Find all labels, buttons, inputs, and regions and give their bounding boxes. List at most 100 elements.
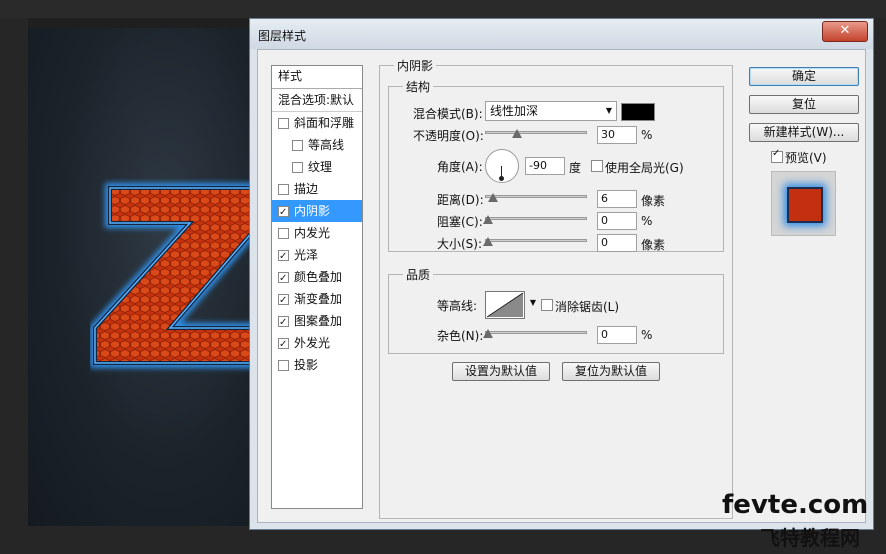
styles-header[interactable]: 样式	[272, 66, 362, 89]
style-item[interactable]: 图案叠加	[272, 310, 362, 334]
style-item-label: 外发光	[294, 336, 331, 350]
style-item-checkbox[interactable]	[278, 360, 289, 371]
check-mark-icon: ✓	[772, 148, 781, 159]
app-bottom-bar	[28, 526, 886, 554]
size-slider[interactable]	[483, 235, 587, 247]
style-item[interactable]: 渐变叠加	[272, 288, 362, 312]
style-item-checkbox[interactable]	[278, 184, 289, 195]
noise-slider[interactable]	[483, 327, 587, 339]
global-light-label[interactable]: 使用全局光(G)	[605, 159, 684, 176]
size-label: 大小(S):	[437, 237, 483, 251]
contour-picker[interactable]: ▼	[485, 291, 536, 319]
preview-checkbox[interactable]: ✓	[771, 148, 783, 163]
style-item[interactable]: 内发光	[272, 222, 362, 244]
choke-unit: %	[641, 214, 653, 228]
style-item-checkbox[interactable]	[292, 162, 303, 173]
style-item-checkbox[interactable]	[278, 228, 289, 239]
inner-shadow-title: 内阴影	[394, 57, 437, 74]
preview-label[interactable]: 预览(V)	[785, 149, 827, 166]
inner-shadow-group: 内阴影 结构 混合模式(B): 线性加深 ▼ 不透明度(O): 30 % 角度(…	[379, 57, 733, 519]
style-item-checkbox[interactable]	[278, 118, 289, 129]
style-item-label: 渐变叠加	[294, 292, 343, 306]
choke-label: 阻塞(C):	[437, 215, 483, 229]
style-item-label: 等高线	[308, 138, 345, 152]
noise-unit: %	[641, 328, 653, 342]
blend-mode-select[interactable]: 线性加深 ▼	[485, 101, 617, 121]
opacity-slider[interactable]	[485, 127, 587, 139]
app-right-bar	[874, 18, 886, 554]
angle-dial[interactable]	[485, 149, 519, 183]
style-item[interactable]: 描边	[272, 178, 362, 200]
antialias-label[interactable]: 消除锯齿(L)	[555, 298, 619, 315]
style-item-checkbox[interactable]	[278, 312, 289, 334]
antialias-checkbox[interactable]	[541, 299, 553, 311]
reset-default-button[interactable]: 复位为默认值	[562, 362, 660, 381]
z-letter-artwork: Z	[90, 183, 256, 368]
distance-unit: 像素	[641, 194, 666, 208]
contour-curve-icon	[486, 292, 524, 318]
style-item-checkbox[interactable]	[278, 290, 289, 312]
style-item-label: 图案叠加	[294, 314, 343, 328]
style-item[interactable]: 外发光	[272, 332, 362, 356]
slider-knob[interactable]	[512, 129, 522, 138]
reset-button[interactable]: 复位	[749, 95, 859, 114]
shadow-color-swatch[interactable]	[621, 103, 655, 121]
choke-input[interactable]: 0	[597, 212, 637, 230]
style-item-checkbox[interactable]	[292, 140, 303, 151]
style-item[interactable]: 纹理	[272, 156, 362, 178]
style-preview-thumbnail	[771, 171, 836, 236]
dialog-title: 图层样式	[258, 29, 307, 43]
dropdown-arrow-icon: ▼	[605, 106, 612, 115]
angle-unit: 度	[569, 161, 582, 175]
style-item-label: 内阴影	[294, 204, 331, 218]
structure-title: 结构	[403, 78, 434, 95]
contour-label: 等高线:	[437, 299, 478, 313]
slider-knob[interactable]	[483, 215, 493, 224]
style-item-checkbox[interactable]	[278, 246, 289, 268]
style-item[interactable]: 内阴影	[272, 200, 362, 224]
quality-group: 品质 等高线: ▼ 消除锯齿(L) 杂色(N): 0 %	[388, 266, 724, 354]
app-top-bar	[0, 0, 886, 18]
structure-group: 结构 混合模式(B): 线性加深 ▼ 不透明度(O): 30 % 角度(A): …	[388, 78, 724, 252]
blend-mode-value: 线性加深	[490, 104, 539, 118]
style-item-label: 颜色叠加	[294, 270, 343, 284]
style-item[interactable]: 投影	[272, 354, 362, 376]
make-default-button[interactable]: 设置为默认值	[452, 362, 550, 381]
style-item[interactable]: 斜面和浮雕	[272, 112, 362, 134]
noise-label: 杂色(N):	[437, 329, 484, 343]
ok-button[interactable]: 确定	[749, 67, 859, 86]
styles-list: 样式 混合选项:默认 斜面和浮雕等高线纹理描边内阴影内发光光泽颜色叠加渐变叠加图…	[271, 65, 363, 509]
new-style-button[interactable]: 新建样式(W)...	[749, 123, 859, 142]
opacity-input[interactable]: 30	[597, 126, 637, 144]
dropdown-arrow-icon[interactable]: ▼	[530, 298, 536, 307]
angle-input[interactable]: -90	[525, 157, 565, 175]
opacity-label: 不透明度(O):	[413, 129, 484, 143]
quality-title: 品质	[403, 266, 434, 283]
style-item[interactable]: 光泽	[272, 244, 362, 268]
dialog-client: 样式 混合选项:默认 斜面和浮雕等高线纹理描边内阴影内发光光泽颜色叠加渐变叠加图…	[257, 49, 866, 523]
opacity-unit: %	[641, 128, 653, 142]
style-item[interactable]: 颜色叠加	[272, 266, 362, 290]
style-item[interactable]: 等高线	[272, 134, 362, 156]
slider-knob[interactable]	[483, 237, 493, 246]
choke-slider[interactable]	[483, 213, 587, 225]
dialog-titlebar[interactable]: 图层样式 ✕	[250, 19, 873, 49]
blend-options-item[interactable]: 混合选项:默认	[272, 89, 362, 112]
distance-slider[interactable]	[485, 191, 587, 203]
watermark-domain: fevte.com	[722, 490, 869, 520]
global-light-checkbox[interactable]	[591, 160, 603, 172]
slider-knob[interactable]	[488, 193, 498, 202]
noise-input[interactable]: 0	[597, 326, 637, 344]
style-item-checkbox[interactable]	[278, 334, 289, 356]
style-item-label: 光泽	[294, 248, 319, 262]
app-left-bar	[0, 18, 28, 554]
distance-input[interactable]: 6	[597, 190, 637, 208]
size-input[interactable]: 0	[597, 234, 637, 252]
style-item-label: 投影	[294, 358, 319, 372]
style-item-label: 斜面和浮雕	[294, 116, 355, 130]
style-item-checkbox[interactable]	[278, 268, 289, 290]
close-icon[interactable]: ✕	[822, 21, 868, 42]
slider-knob[interactable]	[483, 329, 493, 338]
style-item-checkbox[interactable]	[278, 202, 289, 224]
style-item-label: 内发光	[294, 226, 331, 240]
